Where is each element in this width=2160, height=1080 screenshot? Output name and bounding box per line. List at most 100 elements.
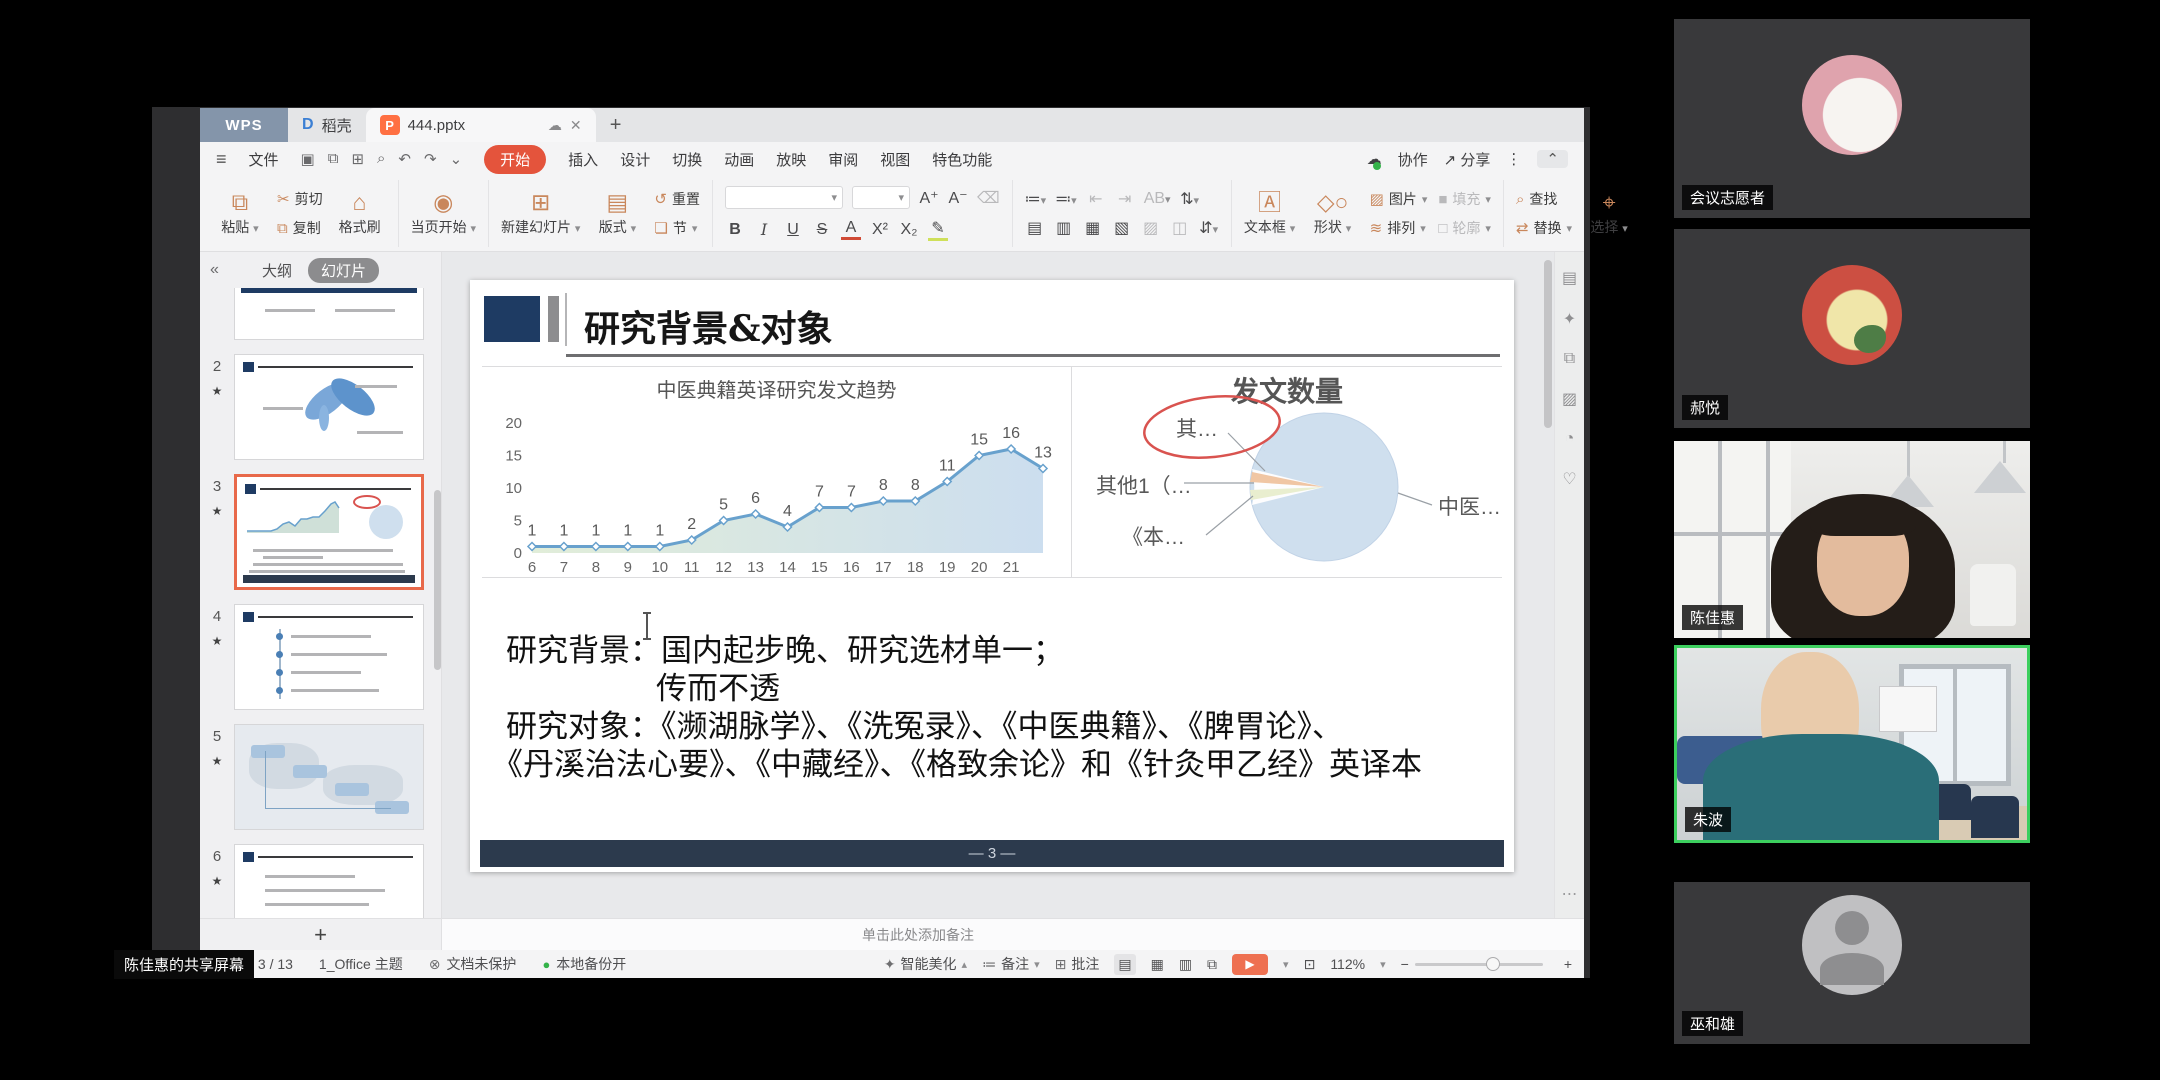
tab-transition[interactable]: 切换 [672,149,702,170]
replace-button[interactable]: ⇄替换 ▾ [1516,218,1572,238]
zoom-slider[interactable] [1415,963,1543,966]
increase-indent-icon[interactable]: ⇥ [1115,189,1135,209]
tab-slideshow[interactable]: 放映 [776,149,806,170]
properties-icon[interactable]: ▤ [1562,268,1577,288]
export-icon[interactable]: ⧉ [328,150,339,168]
layers-icon[interactable]: ⧉ [1564,350,1575,368]
cut-button[interactable]: ✂剪切 [277,189,323,209]
canvas-scrollbar-thumb[interactable] [1544,260,1552,428]
trend-chart-area[interactable]: 中医典籍英译研究发文趋势 111112564778811151613051015… [482,367,1072,577]
phone-play-icon[interactable]: ⧉ [1207,956,1217,973]
zoom-options-icon[interactable]: ▾ [1380,958,1386,971]
participant-tile-volunteer[interactable]: 会议志愿者 [1674,19,2030,218]
outline-tab[interactable]: 大纲 [262,260,292,281]
slides-tab[interactable]: 幻灯片 [308,258,379,283]
rail-more-icon[interactable]: ⋯ [1562,884,1578,904]
zoom-in-icon[interactable]: + [1564,956,1572,972]
slide-thumbnail-6[interactable] [234,844,424,918]
effects-icon[interactable]: ✦ [1563,309,1576,329]
media-icon[interactable]: ▨ [1562,389,1577,409]
highlight-icon[interactable]: ✎ [928,218,948,241]
undo-icon[interactable]: ↶ [398,150,411,168]
smart-beautify-button[interactable]: ✦智能美化▴ [884,954,967,974]
tab-docer[interactable]: D 稻壳 [288,108,366,142]
outline-button[interactable]: □轮廓 ▾ [1438,218,1491,238]
tab-insert[interactable]: 插入 [568,149,598,170]
slide-sorter-icon[interactable]: ▦ [1151,956,1164,973]
participant-tile-haoyue[interactable]: 郝悦 [1674,229,2030,428]
subscript-icon[interactable]: X₂ [899,221,919,239]
participant-tile-zhubo-active-speaker[interactable]: 朱波 [1674,645,2030,843]
slide-thumbnail-5[interactable] [234,724,424,830]
collaborate-button[interactable]: 协作 [1398,149,1428,170]
fit-slide-icon[interactable]: ⊡ [1304,956,1316,973]
comment-button[interactable]: ⊞批注 [1055,954,1100,974]
zoom-slider-knob[interactable] [1486,957,1500,971]
textbox-button[interactable]: 🄰 文本框 ▾ [1244,191,1296,237]
line-spacing-icon[interactable]: ⇅▾ [1180,189,1200,209]
justify-icon[interactable]: ▧ [1112,218,1132,238]
tab-special-features[interactable]: 特色功能 [932,149,992,170]
print-preview-icon[interactable]: ⌕ [377,150,385,168]
tab-view[interactable]: 视图 [880,149,910,170]
tab-review[interactable]: 审阅 [828,149,858,170]
text-direction-icon[interactable]: AB▾ [1144,190,1171,208]
slide-thumbnail-3-selected[interactable] [234,474,424,590]
play-from-current-button[interactable]: ◉ 当页开始 ▾ [411,191,476,237]
slide-body-text[interactable]: 研究背景：国内起步晚、研究选材单一； 传而不透 研究对象：《濒湖脉学》、《洗冤录… [490,632,1498,784]
find-button[interactable]: ⌕查找 [1516,189,1572,209]
favorite-icon[interactable]: ♡ [1562,469,1576,489]
superscript-icon[interactable]: X² [870,221,890,239]
more-options-icon[interactable]: ⋮ [1506,150,1521,168]
participant-tile-chenjiahui[interactable]: 陈佳惠 [1674,441,2030,638]
customize-toolbar-icon[interactable]: ⌄ [450,150,463,168]
align-left-icon[interactable]: ▤ [1025,218,1045,238]
wps-home-button[interactable]: WPS [200,108,288,142]
format-painter-button[interactable]: ⌂ 格式刷 [334,191,386,237]
notes-button[interactable]: ≔备注▾ [982,954,1040,974]
theme-name[interactable]: 1_Office 主题 [319,954,403,974]
copy-button[interactable]: ⧉复制 [277,218,323,238]
menu-file[interactable]: 文件 [249,149,279,170]
reset-button[interactable]: ↺重置 [654,189,700,209]
shapes-button[interactable]: ◇○ 形状 ▾ [1307,191,1359,237]
increase-font-icon[interactable]: A⁺ [919,188,939,208]
picture-button[interactable]: ▨图片 ▾ [1370,189,1428,209]
slideshow-play-button[interactable]: ▶ [1232,954,1268,975]
new-slide-button[interactable]: ⊞ 新建幻灯片 ▾ [501,191,580,237]
align-center-icon[interactable]: ▥ [1054,218,1074,238]
cloud-saved-icon[interactable]: ☁ [1367,150,1382,168]
section-button[interactable]: ❏节 ▾ [654,218,700,238]
document-protection[interactable]: ⊗文档未保护 [429,954,517,974]
hamburger-menu-icon[interactable]: ≡ [216,149,227,170]
paragraph-more-icon[interactable]: ⇵▾ [1199,218,1219,238]
slide-thumbnail-1[interactable] [234,288,424,340]
select-button[interactable]: ⌖ 选择 ▾ [1583,191,1635,237]
save-icon[interactable]: ▣ [301,150,315,168]
play-options-icon[interactable]: ▾ [1283,958,1289,971]
current-slide[interactable]: 研究背景&对象 中医典籍英译研究发文趋势 1111125647788111516… [470,280,1514,872]
reading-view-icon[interactable]: ▥ [1179,956,1192,973]
zoom-out-icon[interactable]: − [1401,956,1409,972]
arrange-button[interactable]: ≋排列 ▾ [1370,218,1428,238]
pie-chart-area[interactable]: 发文数量 [1072,367,1502,577]
slide-thumbnail-4[interactable] [234,604,424,710]
clear-format-icon[interactable]: ⌫ [977,188,1000,208]
zoom-level[interactable]: 112% [1330,956,1365,972]
cloud-sync-icon[interactable]: ☁ [548,117,562,134]
normal-view-icon[interactable]: ▤ [1114,954,1135,975]
tab-document[interactable]: P 444.pptx ☁ ✕ [366,108,596,142]
decrease-indent-icon[interactable]: ⇤ [1086,189,1106,209]
numbering-icon[interactable]: ≕▾ [1055,189,1077,209]
underline-icon[interactable]: U [783,221,803,239]
decrease-font-icon[interactable]: A⁻ [948,188,968,208]
paste-button[interactable]: ⧉ 粘贴 ▾ [214,191,266,237]
slide-thumbnail-2[interactable] [234,354,424,460]
font-color-icon[interactable]: A [841,219,861,240]
redo-icon[interactable]: ↷ [424,150,437,168]
distribute-icon[interactable]: ▨ [1141,218,1161,238]
collapse-ribbon-icon[interactable]: ⌃ [1537,150,1568,168]
strikethrough-icon[interactable]: S [812,221,832,239]
print-icon[interactable]: ⊞ [351,150,364,168]
italic-icon[interactable]: I [754,220,774,239]
